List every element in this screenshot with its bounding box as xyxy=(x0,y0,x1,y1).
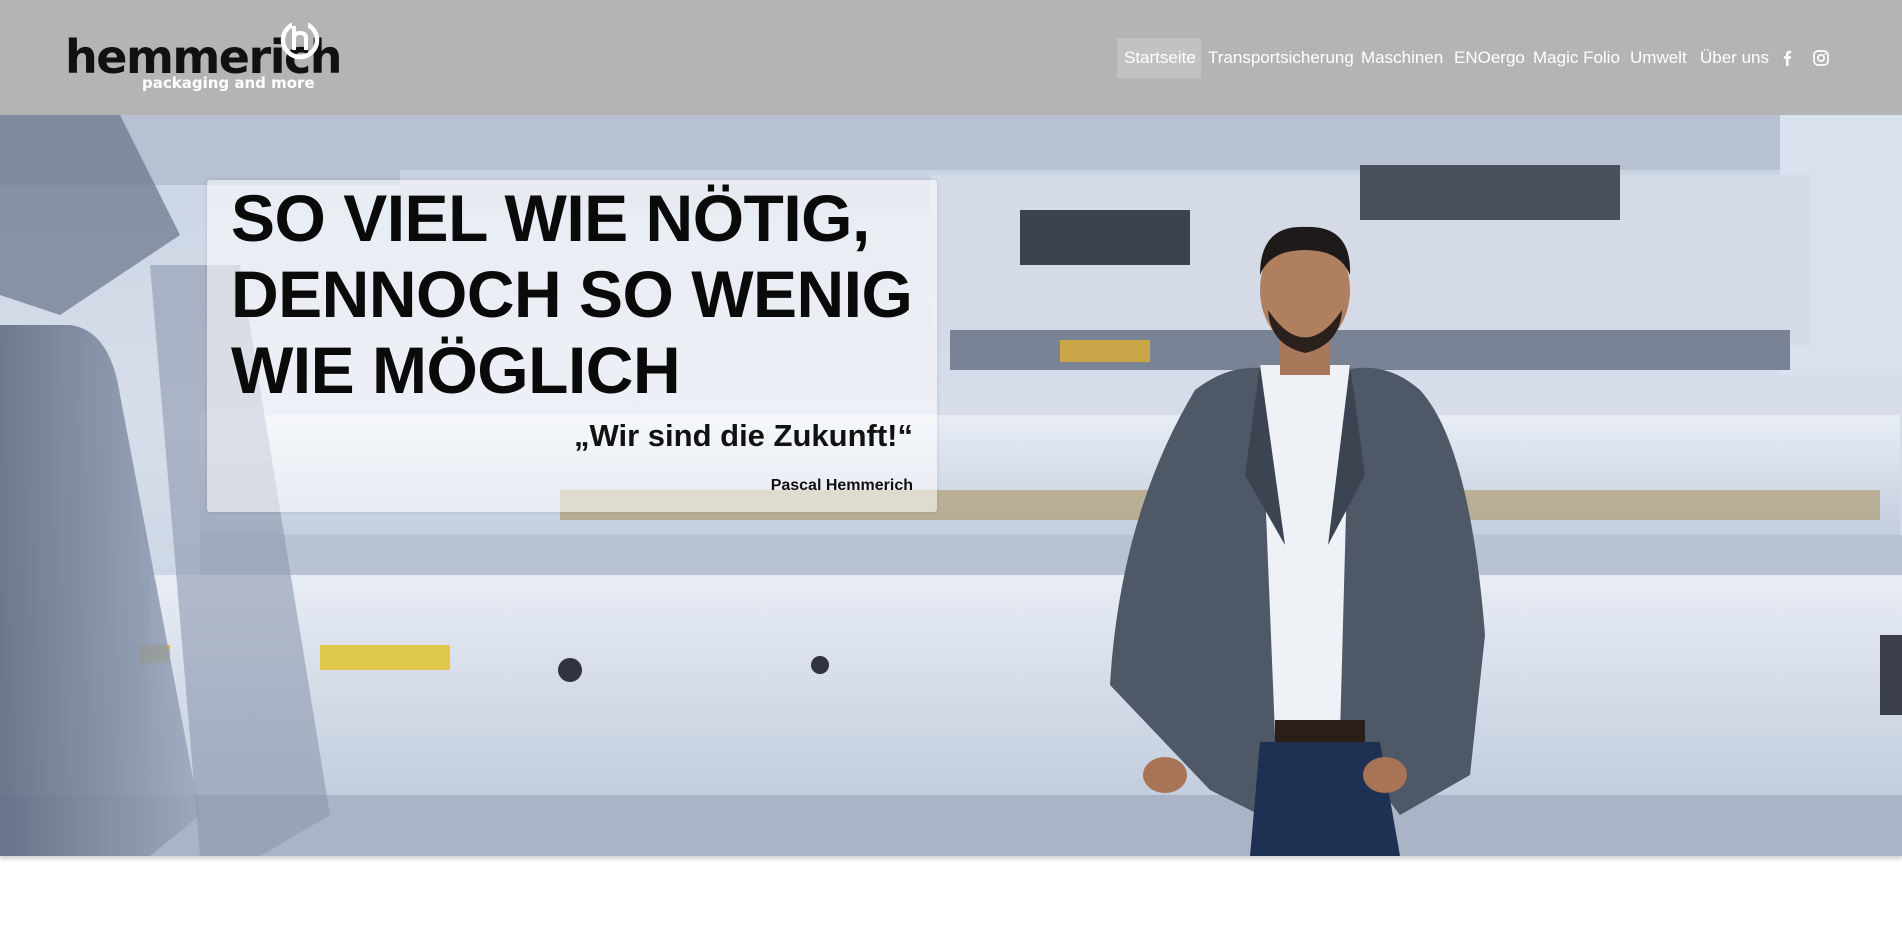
quote-author: Pascal Hemmerich xyxy=(770,477,913,494)
instagram-icon[interactable] xyxy=(1812,49,1830,67)
headline-line-3: WIE MÖGLICH xyxy=(231,333,681,407)
nav-item-enoergo[interactable]: ENOergo xyxy=(1454,38,1525,78)
nav-item-transportsicherung[interactable]: Transportsicherung xyxy=(1208,38,1354,78)
quote-card: SO VIEL WIE NÖTIG, DENNOCH SO WENIG WIE … xyxy=(207,180,937,512)
logo-h-mark-icon xyxy=(280,20,320,60)
person-photo xyxy=(1110,226,1485,856)
site-header: hemmerich packaging and more Startseite … xyxy=(0,0,1902,115)
headline-line-1: SO VIEL WIE NÖTIG, xyxy=(231,181,870,255)
logo-tagline: packaging and more xyxy=(142,74,315,92)
nav-item-ueber-uns[interactable]: Über uns xyxy=(1700,38,1769,78)
nav-item-umwelt[interactable]: Umwelt xyxy=(1630,38,1687,78)
nav-item-startseite[interactable]: Startseite xyxy=(1117,38,1201,78)
hemmerich-logo[interactable]: hemmerich packaging and more xyxy=(64,18,342,98)
nav-item-magic-folio[interactable]: Magic Folio xyxy=(1533,38,1620,78)
nav-item-maschinen[interactable]: Maschinen xyxy=(1361,38,1443,78)
headline-line-2: DENNOCH SO WENIG xyxy=(231,257,913,331)
hero-quote: „Wir sind die Zukunft!“ xyxy=(574,418,913,453)
hero-banner: SO VIEL WIE NÖTIG, DENNOCH SO WENIG WIE … xyxy=(0,115,1902,856)
facebook-icon[interactable] xyxy=(1778,49,1796,67)
hero-headline: SO VIEL WIE NÖTIG, DENNOCH SO WENIG WIE … xyxy=(231,180,921,408)
